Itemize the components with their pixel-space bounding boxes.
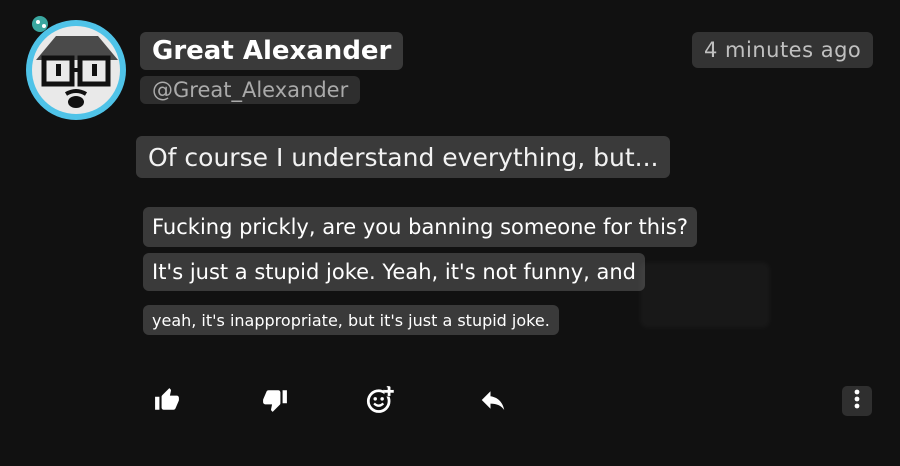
add-reaction-button[interactable]	[364, 385, 398, 419]
add-reaction-icon	[366, 385, 396, 419]
thumbs-down-icon	[262, 387, 288, 417]
message-line: It's just a stupid joke. Yeah, it's not …	[143, 253, 645, 291]
thumbs-up-icon	[154, 387, 180, 417]
like-button[interactable]	[150, 385, 184, 419]
reply-icon	[478, 385, 508, 419]
more-options-button[interactable]	[842, 386, 872, 416]
timestamp: 4 minutes ago	[692, 32, 874, 68]
message-line: yeah, it's inappropriate, but it's just …	[143, 305, 559, 335]
avatar[interactable]	[22, 14, 130, 122]
message-line: Fucking prickly, are you banning someone…	[143, 207, 698, 247]
user-handle[interactable]: @Great_Alexander	[140, 76, 361, 104]
dislike-button[interactable]	[258, 385, 292, 419]
more-vertical-icon	[853, 388, 861, 414]
user-display-name[interactable]: Great Alexander	[140, 32, 404, 70]
reply-button[interactable]	[476, 385, 510, 419]
message-line: Of course I understand everything, but..…	[136, 136, 671, 178]
background-shadow	[640, 262, 770, 328]
